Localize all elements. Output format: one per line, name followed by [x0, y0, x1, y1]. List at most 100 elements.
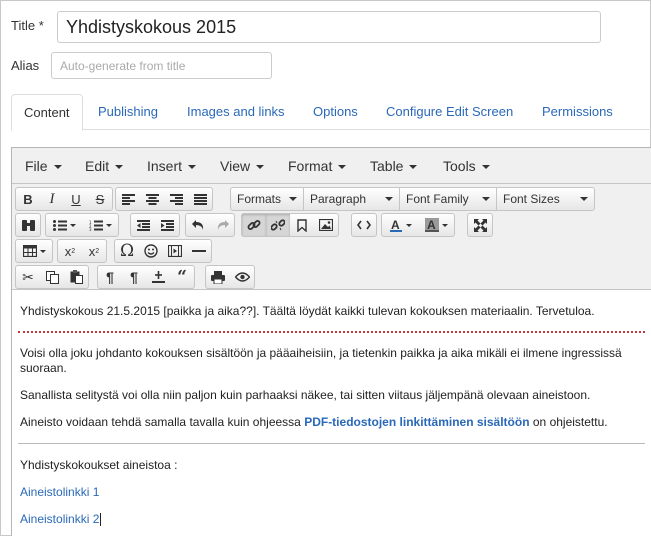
clipboard-group: ✂ [15, 265, 89, 289]
script-group: x2 x2 [57, 239, 107, 263]
editor-toolbars: B I U S Formats Paragraph Font Family Fo… [12, 184, 651, 290]
paragraph-select-label: Paragraph [310, 192, 367, 206]
text-cursor [100, 513, 102, 527]
font-sizes-select[interactable]: Font Sizes [497, 188, 594, 210]
paragraph-3: Aineisto voidaan tehdä samalla tavalla k… [20, 415, 645, 430]
menu-insert-label: Insert [147, 158, 183, 174]
menu-table-label: Table [370, 158, 404, 174]
underline-icon[interactable]: U [64, 188, 88, 210]
material-link-1[interactable]: Aineistolinkki 1 [20, 485, 99, 499]
italic-icon[interactable]: I [40, 188, 64, 210]
svg-text:A: A [391, 218, 400, 232]
menu-view-label: View [220, 158, 251, 174]
unlink-icon[interactable] [266, 214, 290, 236]
formats-select-label: Formats [237, 192, 282, 206]
find-icon[interactable] [16, 214, 40, 236]
indent-group [130, 213, 180, 237]
bold-icon[interactable]: B [16, 188, 40, 210]
subscript-icon[interactable]: x2 [58, 240, 82, 262]
material-link-1-row: Aineistolinkki 1 [20, 485, 645, 500]
editor-content-area[interactable]: Yhdistyskokous 21.5.2015 [paikka ja aika… [12, 291, 651, 536]
paragraph-3-text-before: Aineisto voidaan tehdä samalla tavalla k… [20, 415, 305, 429]
menu-tools-label: Tools [443, 158, 476, 174]
numbered-list-icon[interactable]: 123 [82, 214, 118, 236]
paragraph-select[interactable]: Paragraph [304, 188, 400, 210]
superscript-icon[interactable]: x2 [82, 240, 106, 262]
show-blocks-icon[interactable]: ¶ [98, 266, 122, 288]
outdent-icon[interactable] [131, 214, 155, 236]
image-icon[interactable] [314, 214, 338, 236]
chevron-down-icon [580, 197, 588, 201]
align-center-icon[interactable] [140, 188, 164, 210]
horizontal-rule-icon[interactable] [187, 240, 211, 262]
menu-file[interactable]: File [25, 148, 62, 184]
background-color-icon[interactable]: A [418, 214, 454, 236]
history-group [185, 213, 235, 237]
alias-input[interactable] [51, 52, 272, 79]
copy-icon[interactable] [40, 266, 64, 288]
table-icon[interactable] [16, 240, 52, 262]
paragraph-1: Voisi olla joku johdanto kokouksen sisäl… [20, 346, 622, 375]
pdf-guide-link[interactable]: PDF-tiedostojen linkittäminen sisältöön [304, 415, 529, 429]
title-label: Title * [11, 18, 44, 33]
emoticon-icon[interactable] [139, 240, 163, 262]
menu-file-label: File [25, 158, 48, 174]
format-selects-group: Formats Paragraph Font Family Font Sizes [230, 187, 595, 211]
formats-select[interactable]: Formats [231, 188, 304, 210]
tab-bar: Content Publishing Images and links Opti… [11, 94, 651, 131]
redo-icon[interactable] [210, 214, 234, 236]
align-justify-icon[interactable] [188, 188, 212, 210]
horizontal-rule [18, 443, 645, 444]
material-link-2-row: Aineistolinkki 2 [20, 512, 645, 527]
align-left-icon[interactable] [116, 188, 140, 210]
article-edit-panel: Title * Alias Content Publishing Images … [0, 0, 651, 536]
font-family-select[interactable]: Font Family [400, 188, 497, 210]
menu-insert[interactable]: Insert [147, 148, 197, 184]
tab-configure-edit-screen[interactable]: Configure Edit Screen [374, 94, 525, 130]
editor-menubar: File Edit Insert View Format Table Tools [12, 148, 651, 184]
strikethrough-icon[interactable]: S [88, 188, 112, 210]
code-icon[interactable] [352, 214, 376, 236]
table-group [15, 239, 53, 263]
rich-text-editor: File Edit Insert View Format Table Tools… [11, 147, 651, 536]
chevron-down-icon [53, 165, 62, 170]
paste-icon[interactable] [64, 266, 88, 288]
color-group: A A [381, 213, 455, 237]
bullet-list-icon[interactable] [46, 214, 82, 236]
omega-icon[interactable]: Ω [115, 240, 139, 262]
tab-content[interactable]: Content [11, 94, 83, 131]
tab-permissions[interactable]: Permissions [530, 94, 625, 130]
chevron-down-icon [338, 165, 347, 170]
tab-options[interactable]: Options [301, 94, 370, 130]
align-right-icon[interactable] [164, 188, 188, 210]
fullscreen-icon[interactable] [468, 214, 492, 236]
undo-icon[interactable] [186, 214, 210, 236]
link-icon[interactable] [242, 214, 266, 236]
indent-icon[interactable] [155, 214, 179, 236]
menu-table[interactable]: Table [370, 148, 418, 184]
blockquote-icon[interactable]: “ [170, 266, 194, 288]
text-style-group: B I U S [15, 187, 113, 211]
cut-icon[interactable]: ✂ [16, 266, 40, 288]
paragraph-mark-icon[interactable]: ¶ [122, 266, 146, 288]
tab-publishing[interactable]: Publishing [86, 94, 170, 130]
menu-view[interactable]: View [220, 148, 265, 184]
title-input[interactable] [57, 11, 601, 43]
materials-heading: Yhdistyskokoukset aineistoa : [20, 458, 178, 472]
alignment-group [115, 187, 213, 211]
bookmark-icon[interactable] [290, 214, 314, 236]
chevron-down-icon [289, 197, 297, 201]
menu-edit-label: Edit [85, 158, 110, 174]
insert-date-icon[interactable] [146, 266, 170, 288]
tab-images-and-links[interactable]: Images and links [175, 94, 297, 130]
text-color-icon[interactable]: A [382, 214, 418, 236]
preview-icon[interactable] [230, 266, 254, 288]
insert-group: Ω [114, 239, 212, 263]
print-icon[interactable] [206, 266, 230, 288]
list-group: 123 [45, 213, 119, 237]
menu-edit[interactable]: Edit [85, 148, 124, 184]
media-icon[interactable] [163, 240, 187, 262]
material-link-2[interactable]: Aineistolinkki 2 [20, 512, 99, 526]
menu-tools[interactable]: Tools [443, 148, 490, 184]
menu-format[interactable]: Format [288, 148, 347, 184]
